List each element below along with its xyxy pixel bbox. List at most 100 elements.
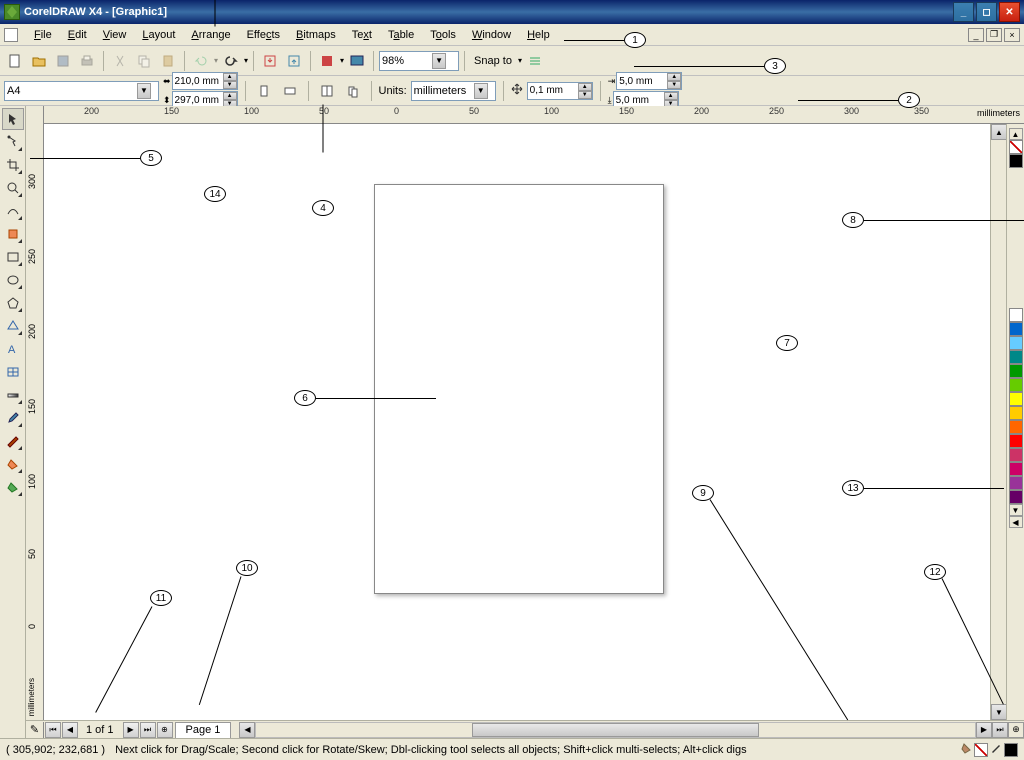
palette-down-button[interactable]: ▼ — [1009, 504, 1023, 516]
outline-swatch[interactable] — [1004, 743, 1018, 757]
horizontal-ruler[interactable]: 200 150 100 50 0 50 100 150 200 250 300 … — [26, 106, 1024, 124]
ruler-origin[interactable] — [26, 106, 44, 124]
interactive-tool[interactable] — [2, 384, 24, 406]
menu-table[interactable]: Table — [380, 27, 422, 43]
basic-shapes-tool[interactable] — [2, 315, 24, 337]
last-page-button[interactable]: ⏭ — [140, 722, 156, 738]
color-swatch[interactable] — [1009, 490, 1023, 504]
color-swatch[interactable] — [1009, 462, 1023, 476]
fill-swatch[interactable] — [974, 743, 988, 757]
color-swatch[interactable] — [1009, 448, 1023, 462]
interactive-fill-tool[interactable] — [2, 476, 24, 498]
app-launcher-button[interactable] — [316, 50, 338, 72]
color-swatch[interactable] — [1009, 476, 1023, 490]
scroll-left-button[interactable]: ◀ — [239, 722, 255, 738]
outline-tool[interactable] — [2, 430, 24, 452]
rectangle-tool[interactable] — [2, 246, 24, 268]
add-page-button[interactable]: ⊕ — [157, 722, 173, 738]
doc-close-button[interactable]: × — [1004, 28, 1020, 42]
nudge-spin[interactable]: ▲▼ — [527, 82, 593, 100]
scroll-up-button[interactable]: ▲ — [991, 124, 1007, 140]
polygon-tool[interactable] — [2, 292, 24, 314]
vertical-ruler[interactable]: 300 250 200 150 100 50 0 millimeters — [26, 124, 44, 720]
maximize-button[interactable]: ◻ — [976, 2, 997, 22]
doc-minimize-button[interactable]: _ — [968, 28, 984, 42]
color-swatch[interactable] — [1009, 434, 1023, 448]
chevron-down-icon[interactable]: ▼ — [432, 53, 446, 69]
smart-fill-tool[interactable] — [2, 223, 24, 245]
color-swatch[interactable] — [1009, 154, 1023, 168]
menu-effects[interactable]: Effects — [239, 27, 288, 43]
paper-size-combo[interactable]: ▼ — [4, 81, 159, 101]
menu-window[interactable]: Window — [464, 27, 519, 43]
close-button[interactable]: ✕ — [999, 2, 1020, 22]
color-swatch[interactable] — [1009, 364, 1023, 378]
zoom-combo[interactable]: ▼ — [379, 51, 459, 71]
menu-edit[interactable]: Edit — [60, 27, 95, 43]
fill-tool[interactable] — [2, 453, 24, 475]
color-swatch[interactable] — [1009, 392, 1023, 406]
zoom-input[interactable] — [382, 55, 432, 67]
print-button[interactable] — [76, 50, 98, 72]
pick-tool[interactable] — [2, 108, 24, 130]
color-swatch[interactable] — [1009, 308, 1023, 322]
page-rectangle[interactable] — [374, 184, 664, 594]
color-swatch[interactable] — [1009, 336, 1023, 350]
table-tool[interactable] — [2, 361, 24, 383]
menu-bitmaps[interactable]: Bitmaps — [288, 27, 344, 43]
drawing-canvas[interactable] — [44, 124, 990, 720]
chevron-down-icon[interactable]: ▼ — [474, 83, 488, 99]
open-button[interactable] — [28, 50, 50, 72]
color-swatch[interactable] — [1009, 420, 1023, 434]
color-swatch[interactable] — [1009, 378, 1023, 392]
export-button[interactable] — [283, 50, 305, 72]
next-page-button[interactable]: ▶ — [123, 722, 139, 738]
menu-help[interactable]: Help — [519, 27, 558, 43]
redo-button[interactable] — [220, 50, 242, 72]
first-page-button[interactable]: ⏮ — [45, 722, 61, 738]
copy-button[interactable] — [133, 50, 155, 72]
units-combo[interactable]: ▼ — [411, 81, 496, 101]
undo-button[interactable] — [190, 50, 212, 72]
palette-up-button[interactable]: ▲ — [1009, 128, 1023, 140]
navigator-button[interactable]: ⊕ — [1008, 722, 1024, 738]
menu-layout[interactable]: Layout — [134, 27, 183, 43]
menu-tools[interactable]: Tools — [422, 27, 464, 43]
paste-button[interactable] — [157, 50, 179, 72]
portrait-button[interactable] — [253, 80, 275, 102]
menu-view[interactable]: View — [95, 27, 135, 43]
text-tool[interactable]: A — [2, 338, 24, 360]
zoom-tool[interactable] — [2, 177, 24, 199]
scroll-right-button[interactable]: ▶ — [976, 722, 992, 738]
all-pages-button[interactable] — [316, 80, 338, 102]
paper-size-input[interactable] — [7, 85, 137, 97]
welcome-screen-button[interactable] — [346, 50, 368, 72]
snap-to-label[interactable]: Snap to — [470, 55, 516, 67]
options-button[interactable] — [524, 50, 546, 72]
dup-x-spin[interactable]: ▲▼ — [616, 72, 682, 90]
save-button[interactable] — [52, 50, 74, 72]
ellipse-tool[interactable] — [2, 269, 24, 291]
color-swatch-none[interactable] — [1009, 140, 1023, 154]
menu-text[interactable]: Text — [344, 27, 380, 43]
cut-button[interactable] — [109, 50, 131, 72]
landscape-button[interactable] — [279, 80, 301, 102]
freehand-tool[interactable] — [2, 200, 24, 222]
horizontal-scrollbar[interactable]: ◀ ▶ ⏭ — [239, 722, 1008, 738]
new-button[interactable] — [4, 50, 26, 72]
menu-file[interactable]: File — [26, 27, 60, 43]
import-button[interactable] — [259, 50, 281, 72]
add-page-icon[interactable]: ✎ — [26, 722, 44, 738]
chevron-down-icon[interactable]: ▼ — [137, 83, 151, 99]
color-swatch[interactable] — [1009, 350, 1023, 364]
page-width-spin[interactable]: ▲▼ — [172, 72, 238, 90]
palette-flyout-button[interactable]: ◀ — [1009, 516, 1023, 528]
page-tab[interactable]: Page 1 — [175, 722, 232, 738]
menu-arrange[interactable]: Arrange — [183, 27, 238, 43]
scroll-down-button[interactable]: ▼ — [991, 704, 1007, 720]
units-input[interactable] — [414, 85, 474, 97]
vertical-scrollbar[interactable]: ▲ ▼ — [990, 124, 1006, 720]
current-page-button[interactable] — [342, 80, 364, 102]
minimize-button[interactable]: _ — [953, 2, 974, 22]
crop-tool[interactable] — [2, 154, 24, 176]
